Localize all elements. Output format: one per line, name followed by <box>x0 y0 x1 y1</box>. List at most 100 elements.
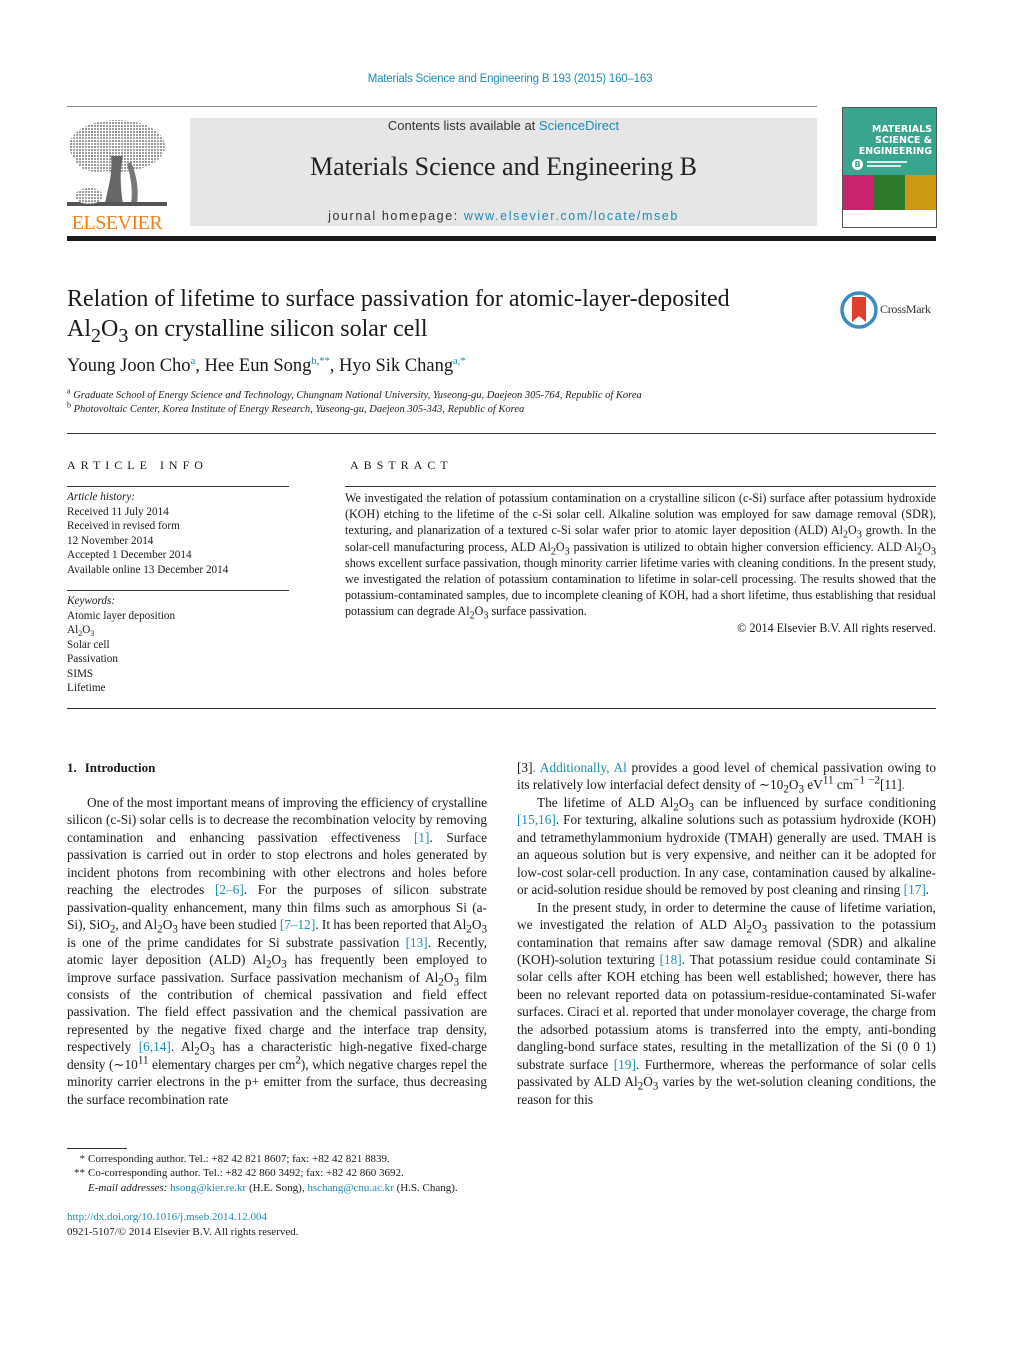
citation-link[interactable]: [7–12] <box>280 917 315 932</box>
cover-footer <box>843 210 936 227</box>
email-link[interactable]: hsong@kier.re.kr <box>170 1182 246 1194</box>
citation-link[interactable]: [13] <box>406 935 428 950</box>
affiliation: b Photovoltaic Center, Korea Institute o… <box>67 400 525 415</box>
keywords-label: Keywords: <box>67 595 116 607</box>
section-number: 1. <box>67 760 77 775</box>
title-subscript: 3 <box>118 324 129 347</box>
divider <box>67 708 936 709</box>
footnote-co-corresponding-author: ** Co-corresponding author. Tel.: +82 42 … <box>67 1166 404 1181</box>
author-name[interactable]: Hee Eun Song <box>204 356 311 376</box>
top-divider <box>67 106 817 107</box>
text-run: . Al <box>170 1039 195 1055</box>
author-list: Young Joon Choa, Hee Eun Songb,**, Hyo S… <box>67 355 466 376</box>
history-item: Accepted 1 December 2014 <box>67 549 192 561</box>
abstract-text: We investigated the relation of potassiu… <box>345 490 936 621</box>
article-info-heading: ARTICLE INFO <box>67 458 208 472</box>
keyword: Solar cell <box>67 638 110 651</box>
superscript: −2 <box>868 775 880 788</box>
paragraph-continued: [3]. Additionally, Al provides a good le… <box>517 759 936 796</box>
email-link[interactable]: hschang@cnu.ac.kr <box>307 1182 394 1194</box>
journal-citation-link[interactable]: Materials Science and Engineering B 193 … <box>0 73 1020 85</box>
affiliation-mark: b <box>67 400 71 410</box>
elsevier-logo[interactable]: ELSEVIER <box>67 116 167 233</box>
cover-title-line2: SCIENCE & <box>875 135 932 146</box>
author-name[interactable]: Hyo Sik Chang <box>339 356 453 376</box>
affiliation-text: Photovoltaic Center, Korea Institute of … <box>73 404 525 415</box>
superscript: −1 <box>853 775 865 788</box>
title-formula-o: O <box>101 316 119 342</box>
keyword: SIMS <box>67 667 94 680</box>
cover-image-magenta <box>843 175 874 210</box>
citation-link[interactable]: [1] <box>414 830 430 845</box>
citation-link[interactable]: [18] <box>660 952 682 967</box>
author-affiliation-mark[interactable]: a,* <box>453 356 466 367</box>
masthead-divider <box>67 236 936 241</box>
cover-subtitle-line <box>867 165 901 167</box>
affiliation-text: Graduate School of Energy Science and Te… <box>73 390 642 401</box>
doi-link[interactable]: http://dx.doi.org/10.1016/j.mseb.2014.12… <box>67 1211 267 1223</box>
email-label: E-mail addresses: <box>88 1182 171 1194</box>
abstract-heading: ABSTRACT <box>350 458 453 472</box>
citation-link[interactable]: [15,16] <box>517 812 556 827</box>
text-run: , and Al <box>115 917 158 933</box>
text-run: . <box>925 882 930 898</box>
journal-name: Materials Science and Engineering B <box>310 152 697 181</box>
title-line2-rest: on crystalline silicon solar cell <box>128 316 428 342</box>
citation-link[interactable]: [2–6] <box>215 882 244 897</box>
author-name[interactable]: Young Joon Cho <box>67 356 191 376</box>
footnote-text: Corresponding author. Tel.: +82 42 821 8… <box>88 1153 390 1165</box>
text-run: The lifetime of ALD Al <box>537 794 674 810</box>
journal-cover-thumbnail[interactable]: MATERIALS SCIENCE & ENGINEERING B <box>842 107 937 228</box>
sciencedirect-link[interactable]: ScienceDirect <box>539 118 619 133</box>
text-run: . For texturing, alkaline solutions such… <box>517 812 936 898</box>
elsevier-wordmark: ELSEVIER <box>71 212 163 234</box>
text-run: O <box>752 917 762 933</box>
body-column-left: One of the most important means of impro… <box>67 794 487 1108</box>
cover-subtitle-line <box>867 161 907 163</box>
citation-link[interactable]: . <box>902 777 905 792</box>
crossmark-button[interactable]: CrossMark <box>840 291 940 331</box>
body-column-right: [3]. Additionally, Al provides a good le… <box>517 759 936 1108</box>
text-run: O <box>443 969 454 985</box>
author-affiliation-mark[interactable]: a <box>191 356 196 367</box>
affiliation-mark: a <box>67 386 71 396</box>
citation-link[interactable]: [19] <box>614 1057 636 1072</box>
text-run: surface passivation. <box>488 604 587 619</box>
keyword: Al2O3 <box>67 624 95 639</box>
citation-link[interactable]: . Additionally, Al <box>533 760 627 775</box>
cover-badge: B <box>852 159 863 170</box>
divider <box>67 433 936 434</box>
email-owner: (H.S. Chang). <box>393 1182 458 1194</box>
divider <box>345 486 936 487</box>
journal-homepage-link[interactable]: www.elsevier.com/locate/mseb <box>464 209 679 223</box>
affiliation: a Graduate School of Energy Science and … <box>67 386 642 401</box>
section-heading: 1. Introduction <box>67 760 155 776</box>
text-run: O <box>678 794 689 810</box>
text-run: eV <box>803 777 823 793</box>
text-run: have been studied <box>177 917 280 933</box>
cover-title-line1: MATERIALS <box>871 124 932 135</box>
contents-prefix: Contents lists available at <box>387 118 539 133</box>
footnote-divider <box>67 1148 127 1149</box>
keyword: Passivation <box>67 653 118 665</box>
text-run: [3] <box>517 760 533 775</box>
text-run: is one of the prime candidates for Si su… <box>67 934 406 950</box>
text-run: passivation is utilized to obtain higher… <box>569 539 918 554</box>
footnote-mark: ** <box>74 1167 85 1179</box>
author-affiliation-mark[interactable]: b,** <box>311 356 329 367</box>
abstract-copyright: © 2014 Elsevier B.V. All rights reserved… <box>737 620 936 635</box>
citation-link[interactable]: [17] <box>904 882 926 897</box>
superscript: 11 <box>137 1054 149 1067</box>
text-run: O <box>162 917 173 933</box>
title-formula-al: Al <box>67 316 91 342</box>
article-history: Article history: Received 11 July 2014 R… <box>67 490 228 577</box>
paragraph: One of the most important means of impro… <box>67 794 487 1108</box>
article-title: Relation of lifetime to surface passivat… <box>67 284 827 347</box>
text-run: O <box>847 523 857 538</box>
cover-image-yellow <box>905 175 936 210</box>
title-line1: Relation of lifetime to surface passivat… <box>67 286 730 312</box>
elsevier-tree-icon <box>67 120 167 206</box>
history-item: Available online 13 December 2014 <box>67 563 229 576</box>
citation-link[interactable]: [6,14] <box>139 1039 171 1054</box>
keyword: Atomic layer deposition <box>67 609 176 622</box>
